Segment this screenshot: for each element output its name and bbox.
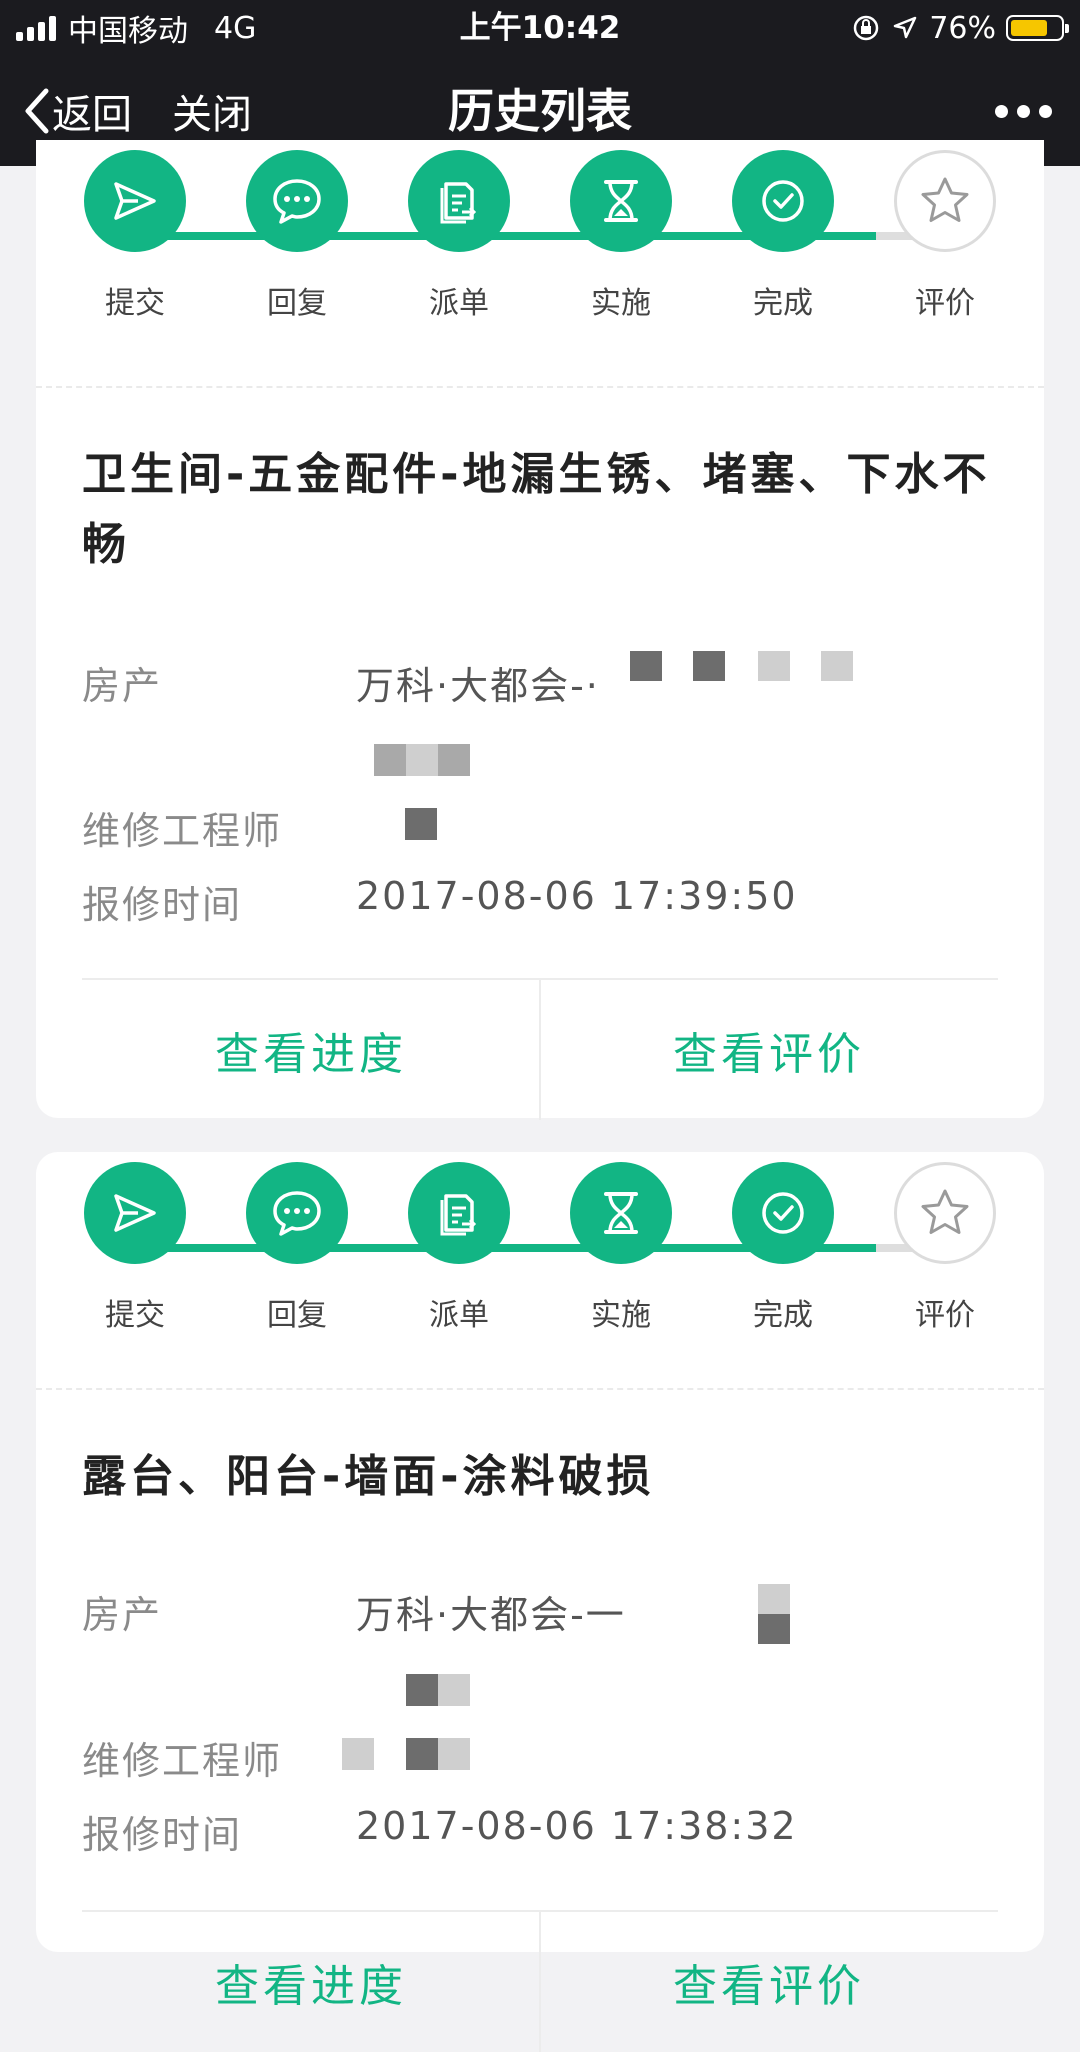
step-5: 完成 xyxy=(732,150,834,322)
rotation-lock-icon xyxy=(854,15,879,41)
progress-steps: 提交 回复 派单 实施 完成 评价 xyxy=(36,1152,1044,1372)
step-label: 完成 xyxy=(753,286,813,321)
document-icon xyxy=(408,1162,510,1264)
page-title: 历史列表 xyxy=(448,84,632,138)
step-3: 派单 xyxy=(408,150,510,322)
chat-bubble-icon xyxy=(246,150,348,252)
repair-card: 提交 回复 派单 实施 完成 评价 露台、阳台-墙面-涂料破损 房产 万科·大都会-一 维… xyxy=(36,1152,1044,2052)
check-circle-icon xyxy=(732,150,834,252)
card-actions: 查看进度 查看评价 xyxy=(82,978,998,1120)
progress-steps: 提交 回复 派单 实施 完成 评价 xyxy=(36,140,1044,360)
location-arrow-icon xyxy=(894,16,917,39)
view-review-button[interactable]: 查看评价 xyxy=(540,1912,998,2052)
redacted-block xyxy=(693,651,725,681)
step-label: 实施 xyxy=(591,1298,651,1333)
step-6: 评价 xyxy=(894,150,996,322)
step-label: 实施 xyxy=(591,286,651,321)
redacted-block xyxy=(406,744,438,776)
property-value: 万科·大都会-一 xyxy=(356,1593,626,1637)
step-label: 回复 xyxy=(267,1298,327,1333)
step-6: 评价 xyxy=(894,1162,996,1334)
more-dot-icon xyxy=(995,104,1008,118)
document-icon xyxy=(408,150,510,252)
send-icon xyxy=(84,1162,186,1264)
step-label: 提交 xyxy=(105,286,165,321)
star-icon xyxy=(894,1162,996,1264)
repair-time-value: 2017-08-06 17:39:50 xyxy=(356,874,798,918)
redacted-block xyxy=(438,1674,470,1706)
step-3: 派单 xyxy=(408,1162,510,1334)
step-4: 实施 xyxy=(570,150,672,322)
step-label: 完成 xyxy=(753,1298,813,1333)
step-1: 提交 xyxy=(84,1162,186,1334)
send-icon xyxy=(84,150,186,252)
view-review-button[interactable]: 查看评价 xyxy=(540,980,998,1120)
redacted-block xyxy=(630,651,662,681)
card-actions: 查看进度 查看评价 xyxy=(82,1910,998,2052)
redacted-block xyxy=(758,1614,790,1644)
divider xyxy=(36,1388,1044,1390)
repair-time-label: 报修时间 xyxy=(82,883,243,927)
chat-bubble-icon xyxy=(246,1162,348,1264)
hourglass-icon xyxy=(570,150,672,252)
more-dot-icon xyxy=(1017,104,1030,118)
step-1: 提交 xyxy=(84,150,186,322)
battery-icon xyxy=(1006,15,1069,41)
step-4: 实施 xyxy=(570,1162,672,1334)
engineer-label: 维修工程师 xyxy=(82,1739,283,1783)
property-label: 房产 xyxy=(82,664,163,708)
redacted-block xyxy=(406,1738,438,1770)
repair-time-value: 2017-08-06 17:38:32 xyxy=(356,1804,798,1848)
redacted-block xyxy=(374,744,406,776)
property-value: 万科·大都会-· xyxy=(356,664,600,708)
step-label: 评价 xyxy=(915,286,975,321)
property-label: 房产 xyxy=(82,1593,163,1637)
step-2: 回复 xyxy=(246,150,348,322)
repair-card: 提交 回复 派单 实施 完成 评价 卫生间-五金配件-地漏生锈、堵塞、下水不畅 房产 万科… xyxy=(36,140,1044,1120)
redacted-block xyxy=(758,1584,790,1614)
view-progress-button[interactable]: 查看进度 xyxy=(82,1912,540,2052)
step-label: 派单 xyxy=(429,286,489,321)
battery-percent: 76% xyxy=(929,10,996,46)
divider xyxy=(36,386,1044,388)
engineer-label: 维修工程师 xyxy=(82,809,283,853)
redacted-block xyxy=(821,651,853,681)
redacted-block xyxy=(406,1674,438,1706)
battery-fill xyxy=(1011,20,1048,36)
step-label: 回复 xyxy=(267,286,327,321)
redacted-block xyxy=(758,651,790,681)
step-5: 完成 xyxy=(732,1162,834,1334)
star-icon xyxy=(894,150,996,252)
card-title: 露台、阳台-墙面-涂料破损 xyxy=(82,1451,655,1502)
repair-time-label: 报修时间 xyxy=(82,1813,243,1857)
more-menu-button[interactable] xyxy=(995,82,1052,140)
step-label: 派单 xyxy=(429,1298,489,1333)
redacted-block xyxy=(405,808,437,840)
check-circle-icon xyxy=(732,1162,834,1264)
view-progress-button[interactable]: 查看进度 xyxy=(82,980,540,1120)
status-bar: 中国移动 4G 上午10:42 76% xyxy=(0,0,1080,56)
step-label: 提交 xyxy=(105,1298,165,1333)
hourglass-icon xyxy=(570,1162,672,1264)
redacted-block xyxy=(438,1738,470,1770)
step-2: 回复 xyxy=(246,1162,348,1334)
redacted-block xyxy=(438,744,470,776)
card-title: 卫生间-五金配件-地漏生锈、堵塞、下水不畅 xyxy=(82,449,991,570)
redacted-block xyxy=(342,1738,374,1770)
status-right: 76% xyxy=(851,8,1069,48)
more-dot-icon xyxy=(1039,104,1052,118)
step-label: 评价 xyxy=(915,1298,975,1333)
